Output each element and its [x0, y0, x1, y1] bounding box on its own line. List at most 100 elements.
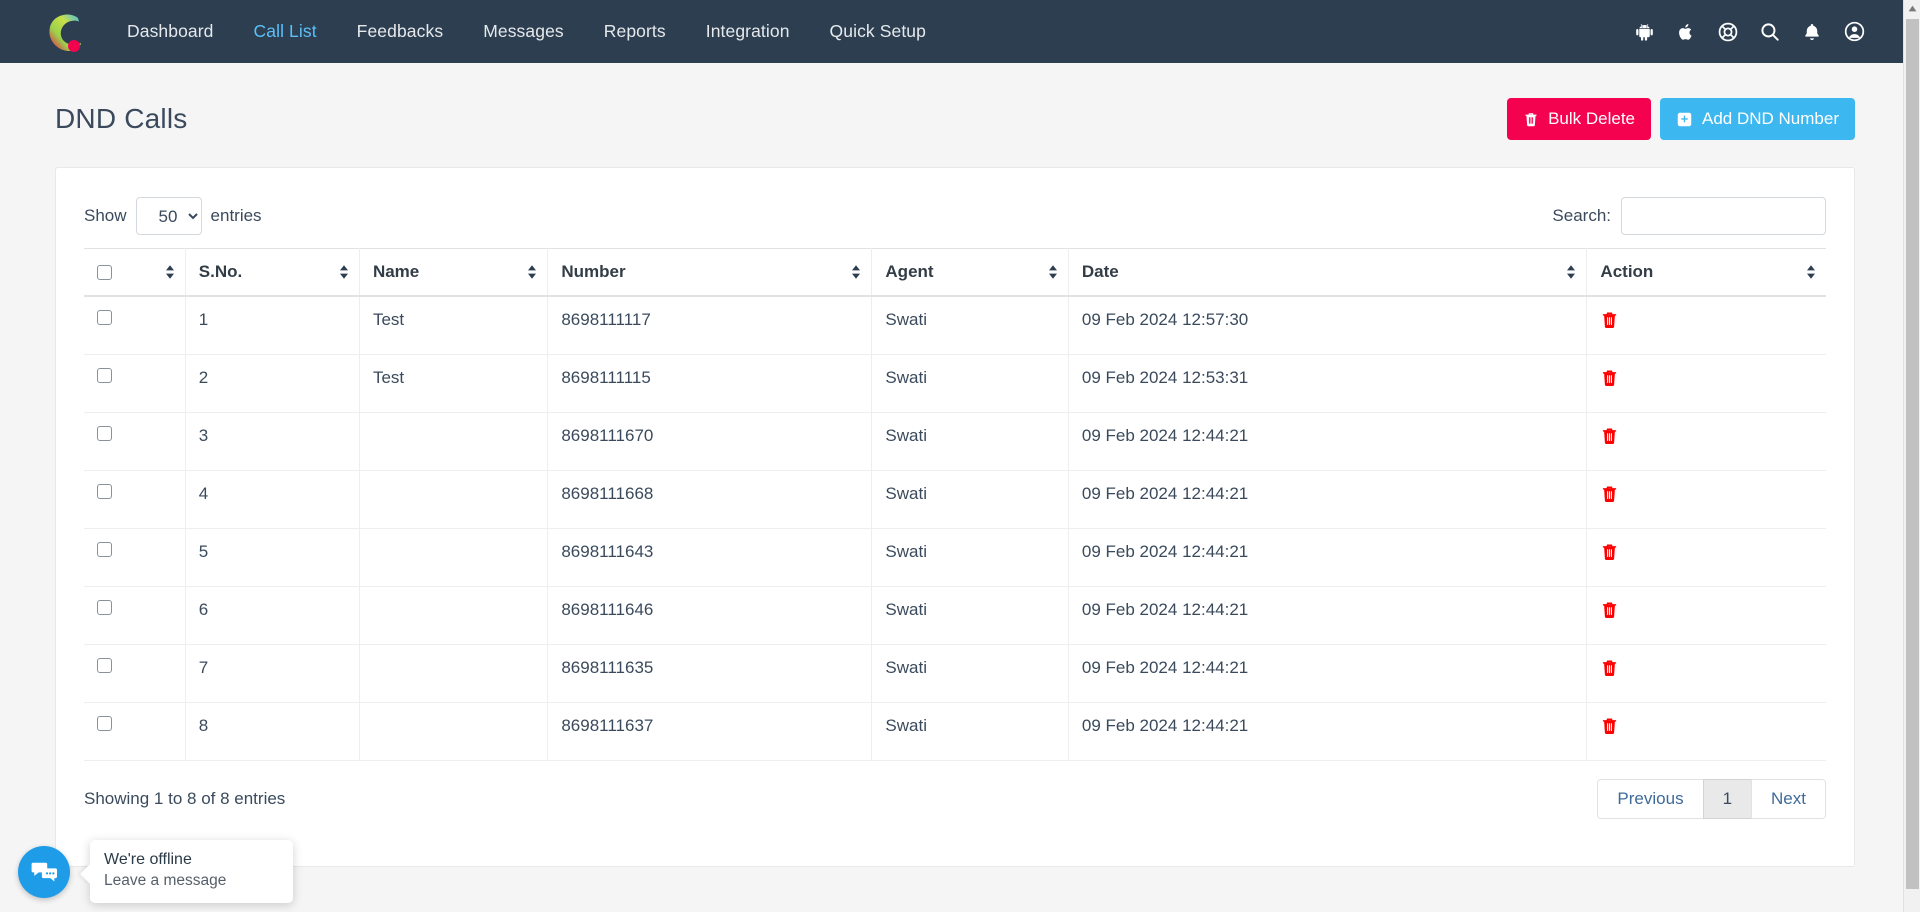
navbar-actions	[1623, 12, 1903, 52]
column-header-name[interactable]: Name	[359, 248, 549, 297]
row-select-cell[interactable]	[84, 586, 186, 645]
pagination-page-1[interactable]: 1	[1702, 778, 1753, 819]
sort-icon	[165, 264, 175, 280]
column-header-action[interactable]: Action	[1586, 248, 1826, 297]
cell-agent: Swati	[871, 470, 1069, 529]
table-controls: Show 10 25 50 100 entries Search:	[84, 192, 1826, 240]
android-icon[interactable]	[1623, 12, 1665, 52]
add-dnd-number-button[interactable]: Add DND Number	[1660, 98, 1855, 140]
delete-row-button[interactable]	[1600, 426, 1619, 446]
bell-icon[interactable]	[1791, 12, 1833, 52]
cell-number: 8698111670	[547, 412, 873, 471]
row-select-checkbox[interactable]	[97, 310, 112, 325]
nav-link-reports[interactable]: Reports	[584, 13, 686, 50]
row-select-checkbox[interactable]	[97, 425, 112, 441]
row-select-cell[interactable]	[84, 470, 186, 529]
row-select-checkbox[interactable]	[97, 367, 112, 383]
cell-number: 8698111635	[547, 644, 873, 703]
search-input[interactable]	[1621, 197, 1826, 235]
nav-link-quick-setup[interactable]: Quick Setup	[810, 13, 946, 50]
table-header-row: S.No. Name Number Agent Date Action	[84, 248, 1826, 297]
scroll-up-arrow-icon[interactable]	[1904, 0, 1920, 17]
chat-offline-subtitle: Leave a message	[104, 872, 227, 889]
column-label: Agent	[885, 262, 934, 281]
column-header-sno[interactable]: S.No.	[185, 248, 360, 297]
scrollbar-thumb[interactable]	[1906, 19, 1919, 889]
cell-date: 09 Feb 2024 12:44:21	[1068, 702, 1588, 761]
row-select-cell[interactable]	[84, 644, 186, 703]
cell-sno: 8	[185, 702, 360, 761]
select-all-checkbox[interactable]	[97, 264, 112, 280]
cell-agent: Swati	[871, 296, 1069, 355]
entries-per-page-select[interactable]: 10 25 50 100	[135, 197, 202, 235]
page-title: DND Calls	[55, 103, 188, 134]
pagination-next[interactable]: Next	[1751, 778, 1826, 819]
page-scrollbar[interactable]	[1903, 0, 1920, 912]
delete-row-button[interactable]	[1600, 542, 1619, 562]
column-header-agent[interactable]: Agent	[871, 248, 1069, 297]
user-account-icon[interactable]	[1833, 12, 1875, 52]
search-control: Search:	[1552, 197, 1826, 235]
cell-name	[359, 412, 549, 471]
chat-offline-title: We're offline	[104, 851, 192, 868]
delete-row-button[interactable]	[1600, 716, 1619, 736]
row-select-cell[interactable]	[84, 528, 186, 587]
pagination-previous[interactable]: Previous	[1597, 778, 1704, 819]
delete-row-button[interactable]	[1600, 600, 1619, 620]
cell-action	[1586, 586, 1826, 645]
search-icon[interactable]	[1749, 12, 1791, 52]
chat-launcher-button[interactable]	[18, 846, 70, 898]
brand-logo[interactable]	[45, 10, 85, 54]
row-select-checkbox[interactable]	[97, 599, 112, 615]
bulk-delete-button[interactable]: Bulk Delete	[1507, 98, 1651, 140]
column-label: Name	[372, 262, 420, 281]
sort-icon	[1566, 264, 1576, 280]
row-select-cell[interactable]	[84, 354, 186, 413]
delete-row-button[interactable]	[1600, 368, 1619, 388]
table-row: 7 8698111635 Swati 09 Feb 2024 12:44:21	[84, 644, 1826, 703]
nav-link-feedbacks[interactable]: Feedbacks	[337, 13, 464, 50]
row-select-checkbox[interactable]	[97, 483, 112, 499]
row-select-checkbox[interactable]	[97, 715, 112, 731]
showing-entries-info: Showing 1 to 8 of 8 entries	[84, 788, 286, 808]
cell-action	[1586, 354, 1826, 413]
row-select-checkbox[interactable]	[97, 541, 112, 557]
table-head: S.No. Name Number Agent Date Action	[84, 248, 1826, 297]
table-row: 2 Test 8698111115 Swati 09 Feb 2024 12:53:31	[84, 354, 1826, 413]
nav-link-call-list[interactable]: Call List	[234, 13, 337, 50]
chat-offline-bubble[interactable]: We're offline Leave a message	[90, 840, 293, 903]
column-header-select-all[interactable]	[84, 248, 186, 297]
sort-icon	[1048, 264, 1058, 280]
row-select-cell[interactable]	[84, 702, 186, 761]
cell-name: Test	[359, 354, 549, 413]
cell-agent: Swati	[871, 644, 1069, 703]
cell-action	[1586, 412, 1826, 471]
cell-number: 8698111117	[547, 296, 873, 355]
row-select-cell[interactable]	[84, 412, 186, 471]
column-header-date[interactable]: Date	[1068, 248, 1588, 297]
cell-sno: 7	[185, 644, 360, 703]
column-header-number[interactable]: Number	[547, 248, 873, 297]
pagination: Previous 1 Next	[1597, 778, 1826, 819]
sort-icon	[339, 264, 349, 280]
row-select-cell[interactable]	[84, 296, 186, 355]
trash-icon	[1523, 111, 1539, 128]
delete-row-button[interactable]	[1600, 310, 1619, 330]
nav-link-integration[interactable]: Integration	[686, 13, 810, 50]
apple-icon[interactable]	[1665, 12, 1707, 52]
table-footer: Showing 1 to 8 of 8 entries Previous 1 N…	[56, 761, 1854, 819]
delete-row-button[interactable]	[1600, 658, 1619, 678]
table-row: 8 8698111637 Swati 09 Feb 2024 12:44:21	[84, 702, 1826, 761]
cell-agent: Swati	[871, 528, 1069, 587]
life-ring-icon[interactable]	[1707, 12, 1749, 52]
row-select-checkbox[interactable]	[97, 657, 112, 673]
nav-link-messages[interactable]: Messages	[463, 13, 584, 50]
cell-name	[359, 644, 549, 703]
page-viewport: Dashboard Call List Feedbacks Messages R…	[0, 0, 1903, 912]
table-row: 5 8698111643 Swati 09 Feb 2024 12:44:21	[84, 528, 1826, 587]
table-body: 1 Test 8698111117 Swati 09 Feb 2024 12:57:30…	[84, 296, 1826, 761]
dnd-calls-card: Show 10 25 50 100 entries Search:	[55, 167, 1855, 867]
delete-row-button[interactable]	[1600, 484, 1619, 504]
nav-link-dashboard[interactable]: Dashboard	[107, 13, 234, 50]
cell-date: 09 Feb 2024 12:44:21	[1068, 586, 1588, 645]
